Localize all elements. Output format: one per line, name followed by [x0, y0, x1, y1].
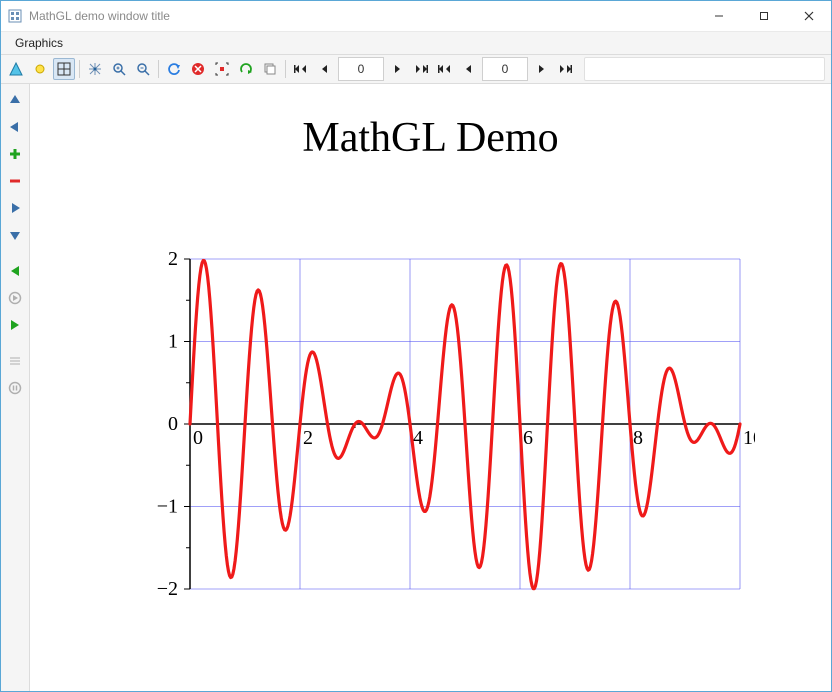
move-left-button[interactable]: [3, 115, 27, 139]
stop-button[interactable]: [187, 58, 209, 80]
move-up-button[interactable]: [3, 88, 27, 112]
refresh-button[interactable]: [163, 58, 185, 80]
pause-button[interactable]: [3, 376, 27, 400]
menubar: Graphics: [1, 32, 831, 55]
nav-first-button[interactable]: [290, 58, 312, 80]
toolbar-spacer: [584, 57, 825, 81]
nav-last-button[interactable]: [410, 58, 432, 80]
nav-next-button[interactable]: [386, 58, 408, 80]
svg-text:−2: −2: [157, 578, 178, 600]
toolbar-separator: [285, 60, 286, 78]
svg-text:2: 2: [303, 427, 313, 449]
close-button[interactable]: [786, 1, 831, 31]
svg-text:0: 0: [168, 413, 178, 435]
svg-text:4: 4: [413, 427, 423, 449]
nav2-next-button[interactable]: [530, 58, 552, 80]
svg-text:8: 8: [633, 427, 643, 449]
window-title: MathGL demo window title: [29, 9, 696, 23]
plot-canvas[interactable]: MathGL Demo 0 2 4 6 8 10 −2 −1 0 1 2: [30, 84, 831, 691]
nav2-prev-button[interactable]: [458, 58, 480, 80]
maximize-button[interactable]: [741, 1, 786, 31]
play-back-button[interactable]: [3, 259, 27, 283]
nav2-last-button[interactable]: [554, 58, 576, 80]
redo-button[interactable]: [235, 58, 257, 80]
zoom-in-button[interactable]: [108, 58, 130, 80]
toolbar-side: [1, 84, 30, 691]
zoom-fit-button[interactable]: [211, 58, 233, 80]
plot-svg: 0 2 4 6 8 10 −2 −1 0 1 2: [135, 244, 755, 624]
toolbar-separator: [79, 60, 80, 78]
move-down-button[interactable]: [3, 223, 27, 247]
app-icon: [7, 8, 23, 24]
grid-toggle-button[interactable]: [53, 58, 75, 80]
toolbar-separator: [158, 60, 159, 78]
plot-title: MathGL Demo: [30, 114, 831, 162]
rotate-button[interactable]: [84, 58, 106, 80]
nav2-first-button[interactable]: [434, 58, 456, 80]
menu-graphics[interactable]: Graphics: [9, 34, 69, 52]
svg-text:1: 1: [168, 331, 178, 353]
svg-text:10: 10: [743, 427, 755, 449]
titlebar: MathGL demo window title: [1, 1, 831, 32]
svg-text:0: 0: [193, 427, 203, 449]
svg-text:−1: −1: [157, 496, 178, 518]
alpha-button[interactable]: [5, 58, 27, 80]
zoom-out-button[interactable]: [132, 58, 154, 80]
svg-text:2: 2: [168, 248, 178, 270]
frame-a-input[interactable]: [338, 57, 384, 81]
play-forward-button[interactable]: [3, 313, 27, 337]
move-right-button[interactable]: [3, 196, 27, 220]
svg-text:6: 6: [523, 427, 533, 449]
list-button[interactable]: [3, 349, 27, 373]
copy-button[interactable]: [259, 58, 281, 80]
nav-prev-button[interactable]: [314, 58, 336, 80]
light-button[interactable]: [29, 58, 51, 80]
minimize-button[interactable]: [696, 1, 741, 31]
zoom-minus-button[interactable]: [3, 169, 27, 193]
cycle-button[interactable]: [3, 286, 27, 310]
toolbar-top: [1, 55, 831, 84]
frame-b-input[interactable]: [482, 57, 528, 81]
zoom-plus-button[interactable]: [3, 142, 27, 166]
